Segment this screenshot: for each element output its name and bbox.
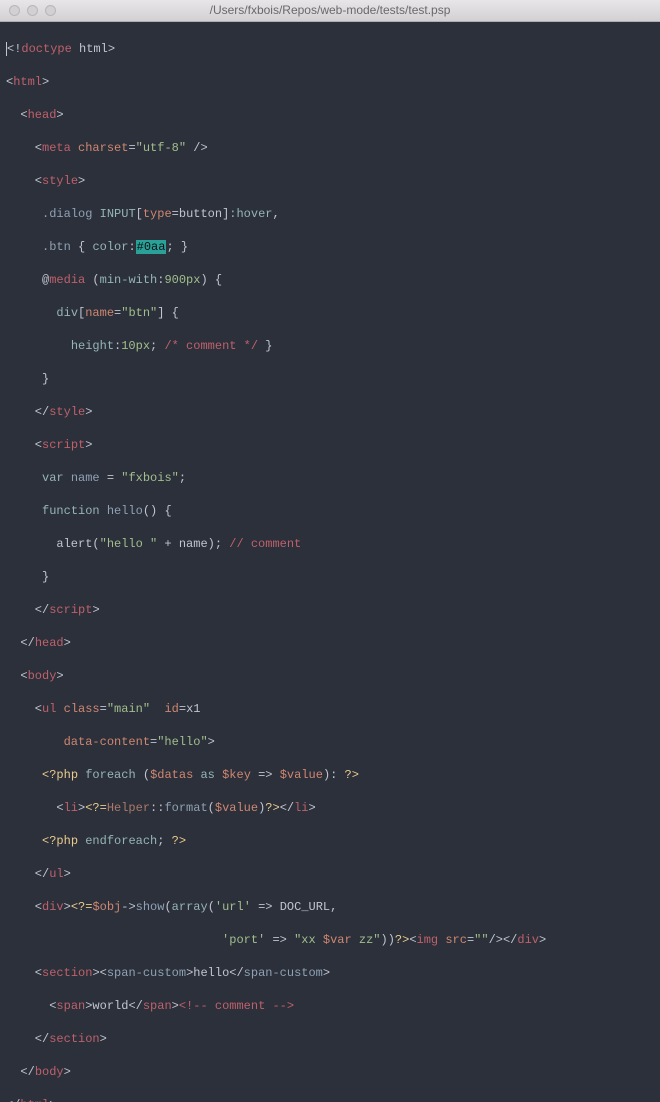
code-line: </body> bbox=[6, 1064, 654, 1081]
code-line: <body> bbox=[6, 668, 654, 685]
code-line: var name = "fxbois"; bbox=[6, 470, 654, 487]
window-titlebar: /Users/fxbois/Repos/web-mode/tests/test.… bbox=[0, 0, 660, 22]
code-line: </html> bbox=[6, 1097, 654, 1102]
code-line: height:10px; /* comment */ } bbox=[6, 338, 654, 355]
code-line: <script> bbox=[6, 437, 654, 454]
code-line: <html> bbox=[6, 74, 654, 91]
code-line: <li><?=Helper::format($value)?></li> bbox=[6, 800, 654, 817]
code-line: alert("hello " + name); // comment bbox=[6, 536, 654, 553]
code-line: </section> bbox=[6, 1031, 654, 1048]
code-line: @media (min-with:900px) { bbox=[6, 272, 654, 289]
editor-area[interactable]: <!doctype html> <html> <head> <meta char… bbox=[0, 22, 660, 1102]
code-line: <span>world</span><!-- comment --> bbox=[6, 998, 654, 1015]
code-line: data-content="hello"> bbox=[6, 734, 654, 751]
code-line: </head> bbox=[6, 635, 654, 652]
code-line: </ul> bbox=[6, 866, 654, 883]
code-line: } bbox=[6, 371, 654, 388]
code-line: <ul class="main" id=x1 bbox=[6, 701, 654, 718]
code-line: .btn { color:#0aa; } bbox=[6, 239, 654, 256]
close-icon[interactable] bbox=[9, 5, 20, 16]
code-line: 'port' => "xx $var zz"))?><img src=""/><… bbox=[6, 932, 654, 949]
minimize-icon[interactable] bbox=[27, 5, 38, 16]
code-line: <meta charset="utf-8" /> bbox=[6, 140, 654, 157]
traffic-lights bbox=[9, 5, 56, 16]
code-line: <head> bbox=[6, 107, 654, 124]
zoom-icon[interactable] bbox=[45, 5, 56, 16]
code-line: .dialog INPUT[type=button]:hover, bbox=[6, 206, 654, 223]
code-line: <style> bbox=[6, 173, 654, 190]
code-line: <!doctype html> bbox=[6, 41, 654, 58]
code-line: div[name="btn"] { bbox=[6, 305, 654, 322]
code-line: <?php endforeach; ?> bbox=[6, 833, 654, 850]
code-line: function hello() { bbox=[6, 503, 654, 520]
code-line: } bbox=[6, 569, 654, 586]
window-title: /Users/fxbois/Repos/web-mode/tests/test.… bbox=[8, 2, 652, 19]
code-line: <section><span-custom>hello</span-custom… bbox=[6, 965, 654, 982]
code-line: <?php foreach ($datas as $key => $value)… bbox=[6, 767, 654, 784]
code-line: </style> bbox=[6, 404, 654, 421]
code-line: </script> bbox=[6, 602, 654, 619]
code-line: <div><?=$obj->show(array('url' => DOC_UR… bbox=[6, 899, 654, 916]
